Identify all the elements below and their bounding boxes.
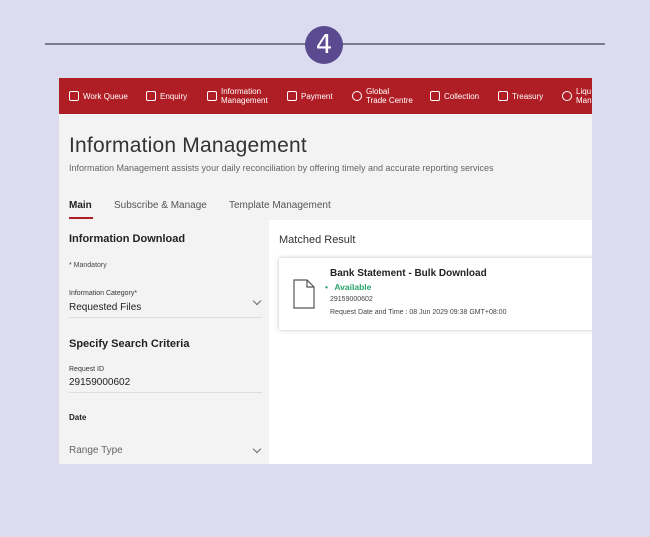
information-category-label: Information Category*: [69, 290, 138, 297]
folder-icon: [207, 91, 217, 101]
wallet-icon: [287, 91, 297, 101]
nav-item-label: Global Trade Centre: [366, 87, 413, 105]
nav-item-label: Enquiry: [160, 91, 188, 101]
nav-item-label: Collection: [444, 91, 480, 101]
nav-item-global-trade-centre[interactable]: Global Trade Centre: [352, 78, 413, 114]
result-request-date: Request Date and Time : 08 Jun 2029 09:3…: [330, 309, 507, 316]
cash-icon: [430, 91, 440, 101]
tab-subscribe-manage[interactable]: Subscribe & Manage: [114, 200, 207, 211]
page-subtitle: Information Management assists your dail…: [69, 163, 494, 173]
information-category-select[interactable]: Requested Files: [69, 302, 141, 313]
date-label: Date: [69, 413, 87, 422]
matched-result-heading: Matched Result: [279, 234, 356, 246]
magnifier-icon: [146, 91, 156, 101]
field-divider: [69, 317, 262, 318]
main-navbar: Work Queue Enquiry Information Managemen…: [59, 78, 592, 114]
nav-item-work-queue[interactable]: Work Queue: [69, 78, 128, 114]
globe-icon: [352, 91, 362, 101]
nav-item-label: Work Queue: [83, 91, 128, 101]
request-id-label: Request ID: [69, 366, 105, 373]
status-dot: •: [325, 282, 328, 292]
information-download-panel: Information Download * Mandatory Informa…: [59, 220, 269, 464]
result-card-title: Bank Statement - Bulk Download: [330, 268, 487, 279]
status-text: Available: [334, 282, 372, 292]
nav-item-label: Treasury: [512, 91, 544, 101]
page-title: Information Management: [69, 134, 307, 157]
nav-item-label: Payment: [301, 91, 333, 101]
nav-item-treasury[interactable]: Treasury: [498, 78, 543, 114]
result-card[interactable]: Bank Statement - Bulk Download • Availab…: [279, 258, 592, 330]
chevron-down-icon[interactable]: [252, 296, 262, 306]
range-type-select[interactable]: Range Type: [69, 445, 123, 456]
nav-item-label: Information Management: [221, 87, 268, 105]
bank-icon: [498, 91, 508, 101]
tab-template-management[interactable]: Template Management: [229, 200, 331, 211]
nav-item-label: Liqu Man: [576, 87, 592, 105]
matched-result-panel: Matched Result Bank Statement - Bulk Dow…: [269, 220, 592, 464]
field-divider: [69, 392, 262, 393]
active-tab-indicator: [69, 217, 93, 219]
app-window: Work Queue Enquiry Information Managemen…: [59, 78, 592, 464]
card-icon-area: [279, 258, 324, 330]
document-icon: [293, 279, 315, 309]
page-header: Information Management Information Manag…: [59, 114, 592, 220]
chevron-down-icon[interactable]: [252, 444, 262, 454]
nav-item-collection[interactable]: Collection: [430, 78, 479, 114]
dollar-circle-icon: [562, 91, 572, 101]
nav-item-enquiry[interactable]: Enquiry: [146, 78, 187, 114]
information-download-heading: Information Download: [69, 233, 186, 245]
tab-main[interactable]: Main: [69, 200, 92, 211]
step-number-badge: 4: [305, 26, 343, 64]
mandatory-note: * Mandatory: [69, 262, 107, 269]
nav-item-payment[interactable]: Payment: [287, 78, 333, 114]
request-id-input[interactable]: 29159000602: [69, 377, 130, 388]
search-criteria-heading: Specify Search Criteria: [69, 338, 190, 350]
result-request-id: 29159000602: [330, 296, 373, 303]
nav-item-information-management[interactable]: Information Management: [207, 78, 268, 114]
briefcase-icon: [69, 91, 79, 101]
nav-item-liquidity-management[interactable]: Liqu Man: [562, 78, 592, 114]
status-badge: • Available: [325, 282, 371, 292]
